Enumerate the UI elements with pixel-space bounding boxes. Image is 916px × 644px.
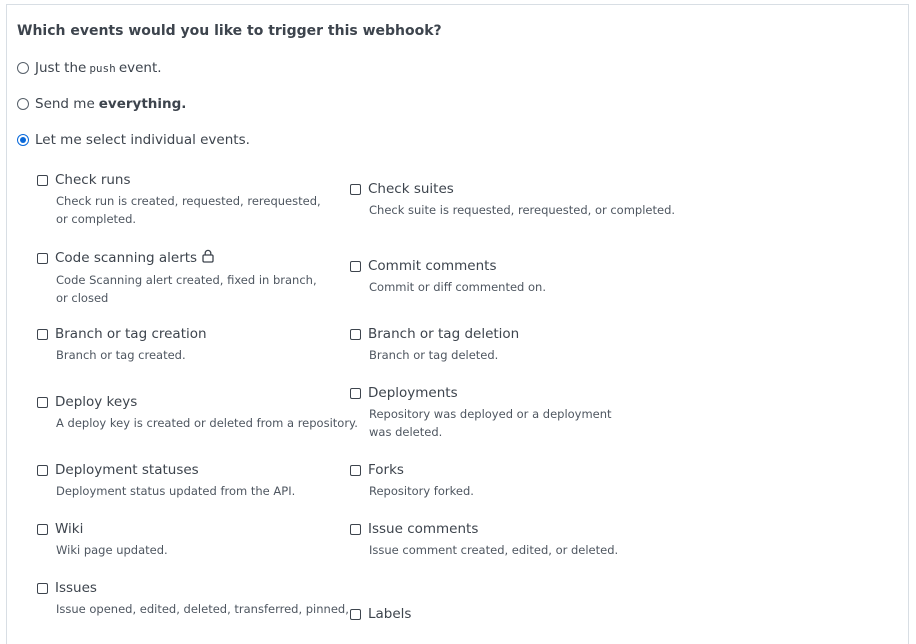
event-title: Issues bbox=[55, 580, 97, 596]
event-forks: Forks Repository forked. bbox=[350, 462, 650, 500]
event-deployments: Deployments Repository was deployed or a… bbox=[350, 385, 650, 441]
event-issues: Issues Issue opened, edited, deleted, tr… bbox=[37, 580, 349, 618]
checkbox-check-runs[interactable] bbox=[37, 174, 48, 186]
event-description: Code Scanning alert created, fixed in br… bbox=[56, 273, 317, 305]
event-title: Commit comments bbox=[368, 258, 497, 274]
event-title: Deployments bbox=[368, 385, 458, 401]
event-deploy-keys: Deploy keys A deploy key is created or d… bbox=[37, 394, 358, 432]
radio-individual-label: Let me select individual events. bbox=[35, 132, 250, 148]
event-title: Branch or tag creation bbox=[55, 326, 207, 342]
checkbox-forks[interactable] bbox=[350, 464, 361, 476]
checkbox-branch-tag-deletion[interactable] bbox=[350, 328, 361, 340]
event-check-suites: Check suites Check suite is requested, r… bbox=[350, 181, 676, 219]
event-title: Deployment statuses bbox=[55, 462, 199, 478]
event-branch-tag-deletion: Branch or tag deletion Branch or tag del… bbox=[350, 326, 650, 364]
event-title: Issue comments bbox=[368, 521, 479, 537]
event-description: Branch or tag created. bbox=[56, 348, 186, 362]
event-description: Deployment status updated from the API. bbox=[56, 484, 296, 498]
checkbox-deployments[interactable] bbox=[350, 387, 361, 399]
radio-option-individual[interactable]: Let me select individual events. bbox=[17, 132, 250, 148]
checkbox-issues[interactable] bbox=[37, 582, 48, 594]
event-description: Check run is created, requested, rereque… bbox=[56, 194, 321, 226]
event-wiki: Wiki Wiki page updated. bbox=[37, 521, 337, 559]
event-description: A deploy key is created or deleted from … bbox=[56, 416, 358, 430]
checkbox-labels[interactable] bbox=[350, 608, 361, 620]
event-description: Repository forked. bbox=[369, 484, 474, 498]
radio-everything-label-bold: everything. bbox=[98, 96, 187, 112]
event-issue-comments: Issue comments Issue comment created, ed… bbox=[350, 521, 650, 559]
event-check-runs: Check runs Check run is created, request… bbox=[37, 172, 337, 228]
event-title: Forks bbox=[368, 462, 404, 478]
event-title: Check runs bbox=[55, 172, 131, 188]
events-question: Which events would you like to trigger t… bbox=[17, 23, 442, 39]
checkbox-branch-tag-creation[interactable] bbox=[37, 328, 48, 340]
radio-push-label-suffix: event. bbox=[118, 60, 162, 76]
event-title: Wiki bbox=[55, 521, 84, 537]
radio-option-push[interactable]: Just the push event. bbox=[17, 60, 162, 76]
radio-push[interactable] bbox=[17, 62, 29, 74]
checkbox-issue-comments[interactable] bbox=[350, 523, 361, 535]
event-description: Commit or diff commented on. bbox=[369, 280, 546, 294]
checkbox-code-scanning-alerts[interactable] bbox=[37, 252, 48, 264]
event-title: Labels bbox=[368, 606, 412, 622]
event-commit-comments: Commit comments Commit or diff commented… bbox=[350, 258, 650, 296]
event-labels: Labels bbox=[350, 606, 650, 622]
event-code-scanning-alerts: Code scanning alerts Code Scanning alert… bbox=[37, 249, 337, 307]
event-description: Branch or tag deleted. bbox=[369, 348, 499, 362]
event-title: Branch or tag deletion bbox=[368, 326, 520, 342]
radio-option-everything[interactable]: Send me everything. bbox=[17, 96, 186, 112]
lock-icon bbox=[202, 249, 214, 267]
radio-everything[interactable] bbox=[17, 98, 29, 110]
checkbox-check-suites[interactable] bbox=[350, 183, 361, 195]
event-description: Issue comment created, edited, or delete… bbox=[369, 543, 619, 557]
event-description: Issue opened, edited, deleted, transferr… bbox=[56, 602, 349, 616]
event-deployment-statuses: Deployment statuses Deployment status up… bbox=[37, 462, 337, 500]
radio-push-code: push bbox=[89, 61, 116, 75]
event-branch-tag-creation: Branch or tag creation Branch or tag cre… bbox=[37, 326, 337, 364]
event-title: Deploy keys bbox=[55, 394, 138, 410]
event-description: Repository was deployed or a deployment … bbox=[369, 407, 612, 439]
checkbox-commit-comments[interactable] bbox=[350, 260, 361, 272]
event-description: Wiki page updated. bbox=[56, 543, 168, 557]
checkbox-deploy-keys[interactable] bbox=[37, 396, 48, 408]
event-title: Check suites bbox=[368, 181, 454, 197]
event-description: Check suite is requested, rerequested, o… bbox=[369, 203, 676, 217]
event-title: Code scanning alerts bbox=[55, 250, 198, 266]
radio-push-label-prefix: Just the bbox=[35, 60, 87, 76]
radio-everything-label-prefix: Send me bbox=[35, 96, 95, 112]
checkbox-deployment-statuses[interactable] bbox=[37, 464, 48, 476]
radio-individual[interactable] bbox=[17, 134, 29, 146]
checkbox-wiki[interactable] bbox=[37, 523, 48, 535]
